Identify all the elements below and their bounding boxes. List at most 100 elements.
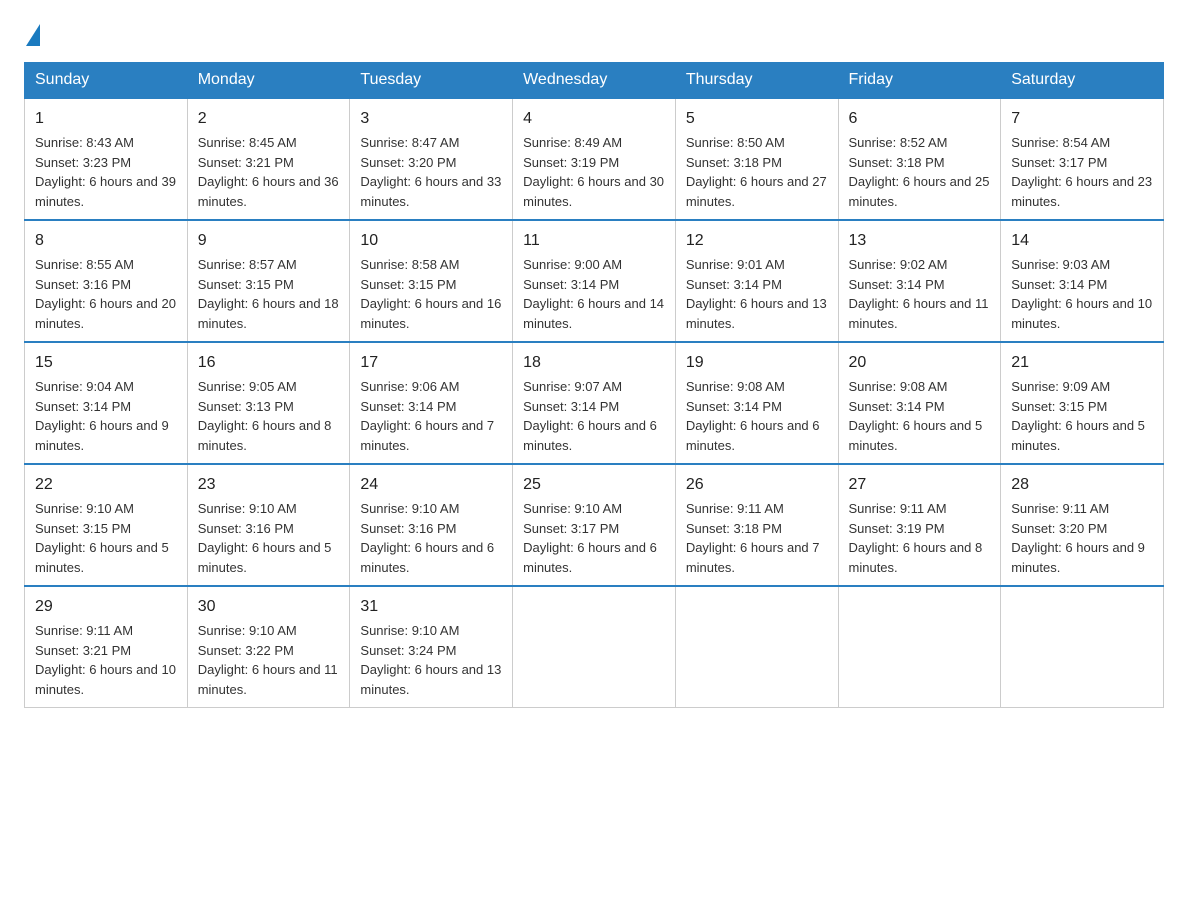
day-number: 27 <box>849 473 991 497</box>
calendar-cell: 26 Sunrise: 9:11 AM Sunset: 3:18 PM Dayl… <box>675 464 838 586</box>
calendar-week-row: 1 Sunrise: 8:43 AM Sunset: 3:23 PM Dayli… <box>25 98 1164 220</box>
calendar-cell: 2 Sunrise: 8:45 AM Sunset: 3:21 PM Dayli… <box>187 98 350 220</box>
day-daylight: Daylight: 6 hours and 11 minutes. <box>849 296 989 331</box>
page-header <box>24 24 1164 44</box>
day-daylight: Daylight: 6 hours and 13 minutes. <box>360 662 501 697</box>
day-daylight: Daylight: 6 hours and 13 minutes. <box>686 296 827 331</box>
calendar-cell: 11 Sunrise: 9:00 AM Sunset: 3:14 PM Dayl… <box>513 220 676 342</box>
day-sunset: Sunset: 3:24 PM <box>360 643 456 658</box>
calendar-cell: 6 Sunrise: 8:52 AM Sunset: 3:18 PM Dayli… <box>838 98 1001 220</box>
day-sunrise: Sunrise: 9:10 AM <box>35 501 134 516</box>
day-sunset: Sunset: 3:16 PM <box>198 521 294 536</box>
day-sunrise: Sunrise: 9:00 AM <box>523 257 622 272</box>
day-number: 12 <box>686 229 828 253</box>
day-number: 28 <box>1011 473 1153 497</box>
day-number: 18 <box>523 351 665 375</box>
day-daylight: Daylight: 6 hours and 7 minutes. <box>686 540 820 575</box>
day-sunset: Sunset: 3:14 PM <box>523 277 619 292</box>
day-number: 10 <box>360 229 502 253</box>
day-daylight: Daylight: 6 hours and 6 minutes. <box>523 418 657 453</box>
day-daylight: Daylight: 6 hours and 14 minutes. <box>523 296 664 331</box>
calendar-week-row: 8 Sunrise: 8:55 AM Sunset: 3:16 PM Dayli… <box>25 220 1164 342</box>
day-number: 15 <box>35 351 177 375</box>
weekday-header-friday: Friday <box>838 63 1001 99</box>
logo-triangle-icon <box>26 24 40 46</box>
day-number: 14 <box>1011 229 1153 253</box>
calendar-week-row: 15 Sunrise: 9:04 AM Sunset: 3:14 PM Dayl… <box>25 342 1164 464</box>
day-sunset: Sunset: 3:19 PM <box>849 521 945 536</box>
calendar-cell: 1 Sunrise: 8:43 AM Sunset: 3:23 PM Dayli… <box>25 98 188 220</box>
day-sunset: Sunset: 3:14 PM <box>1011 277 1107 292</box>
day-sunrise: Sunrise: 9:10 AM <box>360 623 459 638</box>
day-sunrise: Sunrise: 8:45 AM <box>198 135 297 150</box>
day-sunrise: Sunrise: 9:10 AM <box>523 501 622 516</box>
calendar-cell: 14 Sunrise: 9:03 AM Sunset: 3:14 PM Dayl… <box>1001 220 1164 342</box>
day-number: 21 <box>1011 351 1153 375</box>
calendar-cell: 29 Sunrise: 9:11 AM Sunset: 3:21 PM Dayl… <box>25 586 188 708</box>
day-sunset: Sunset: 3:22 PM <box>198 643 294 658</box>
day-sunrise: Sunrise: 9:08 AM <box>849 379 948 394</box>
day-sunset: Sunset: 3:14 PM <box>686 399 782 414</box>
day-sunset: Sunset: 3:18 PM <box>686 521 782 536</box>
calendar-cell: 23 Sunrise: 9:10 AM Sunset: 3:16 PM Dayl… <box>187 464 350 586</box>
day-daylight: Daylight: 6 hours and 33 minutes. <box>360 174 501 209</box>
day-sunrise: Sunrise: 8:47 AM <box>360 135 459 150</box>
calendar-cell: 17 Sunrise: 9:06 AM Sunset: 3:14 PM Dayl… <box>350 342 513 464</box>
day-daylight: Daylight: 6 hours and 18 minutes. <box>198 296 339 331</box>
day-sunset: Sunset: 3:18 PM <box>849 155 945 170</box>
weekday-header-tuesday: Tuesday <box>350 63 513 99</box>
day-daylight: Daylight: 6 hours and 8 minutes. <box>198 418 332 453</box>
calendar-cell: 31 Sunrise: 9:10 AM Sunset: 3:24 PM Dayl… <box>350 586 513 708</box>
day-sunrise: Sunrise: 8:52 AM <box>849 135 948 150</box>
day-daylight: Daylight: 6 hours and 16 minutes. <box>360 296 501 331</box>
day-number: 6 <box>849 107 991 131</box>
day-number: 7 <box>1011 107 1153 131</box>
day-sunrise: Sunrise: 9:04 AM <box>35 379 134 394</box>
day-sunrise: Sunrise: 8:50 AM <box>686 135 785 150</box>
calendar-cell: 19 Sunrise: 9:08 AM Sunset: 3:14 PM Dayl… <box>675 342 838 464</box>
calendar-cell: 16 Sunrise: 9:05 AM Sunset: 3:13 PM Dayl… <box>187 342 350 464</box>
day-daylight: Daylight: 6 hours and 25 minutes. <box>849 174 990 209</box>
calendar-cell: 28 Sunrise: 9:11 AM Sunset: 3:20 PM Dayl… <box>1001 464 1164 586</box>
calendar-cell: 3 Sunrise: 8:47 AM Sunset: 3:20 PM Dayli… <box>350 98 513 220</box>
day-daylight: Daylight: 6 hours and 5 minutes. <box>35 540 169 575</box>
day-sunset: Sunset: 3:13 PM <box>198 399 294 414</box>
day-number: 26 <box>686 473 828 497</box>
day-sunrise: Sunrise: 9:08 AM <box>686 379 785 394</box>
day-sunrise: Sunrise: 9:11 AM <box>686 501 784 516</box>
calendar-cell <box>838 586 1001 708</box>
day-daylight: Daylight: 6 hours and 6 minutes. <box>360 540 494 575</box>
day-sunset: Sunset: 3:14 PM <box>523 399 619 414</box>
day-sunset: Sunset: 3:17 PM <box>1011 155 1107 170</box>
day-daylight: Daylight: 6 hours and 9 minutes. <box>1011 540 1145 575</box>
day-daylight: Daylight: 6 hours and 6 minutes. <box>523 540 657 575</box>
day-daylight: Daylight: 6 hours and 36 minutes. <box>198 174 339 209</box>
day-sunrise: Sunrise: 8:54 AM <box>1011 135 1110 150</box>
day-number: 11 <box>523 229 665 253</box>
day-sunset: Sunset: 3:15 PM <box>360 277 456 292</box>
day-sunrise: Sunrise: 8:58 AM <box>360 257 459 272</box>
calendar-week-row: 29 Sunrise: 9:11 AM Sunset: 3:21 PM Dayl… <box>25 586 1164 708</box>
weekday-header-sunday: Sunday <box>25 63 188 99</box>
day-sunset: Sunset: 3:19 PM <box>523 155 619 170</box>
day-sunrise: Sunrise: 9:02 AM <box>849 257 948 272</box>
calendar-cell: 21 Sunrise: 9:09 AM Sunset: 3:15 PM Dayl… <box>1001 342 1164 464</box>
day-number: 29 <box>35 595 177 619</box>
day-sunrise: Sunrise: 9:11 AM <box>35 623 133 638</box>
day-sunrise: Sunrise: 8:43 AM <box>35 135 134 150</box>
day-sunrise: Sunrise: 8:57 AM <box>198 257 297 272</box>
day-daylight: Daylight: 6 hours and 10 minutes. <box>1011 296 1152 331</box>
calendar-cell: 7 Sunrise: 8:54 AM Sunset: 3:17 PM Dayli… <box>1001 98 1164 220</box>
day-sunset: Sunset: 3:18 PM <box>686 155 782 170</box>
day-sunset: Sunset: 3:15 PM <box>35 521 131 536</box>
day-daylight: Daylight: 6 hours and 20 minutes. <box>35 296 176 331</box>
day-number: 22 <box>35 473 177 497</box>
calendar-cell: 27 Sunrise: 9:11 AM Sunset: 3:19 PM Dayl… <box>838 464 1001 586</box>
calendar-cell: 12 Sunrise: 9:01 AM Sunset: 3:14 PM Dayl… <box>675 220 838 342</box>
day-number: 30 <box>198 595 340 619</box>
day-number: 25 <box>523 473 665 497</box>
calendar-cell: 8 Sunrise: 8:55 AM Sunset: 3:16 PM Dayli… <box>25 220 188 342</box>
day-sunset: Sunset: 3:16 PM <box>360 521 456 536</box>
day-sunset: Sunset: 3:14 PM <box>360 399 456 414</box>
weekday-header-thursday: Thursday <box>675 63 838 99</box>
